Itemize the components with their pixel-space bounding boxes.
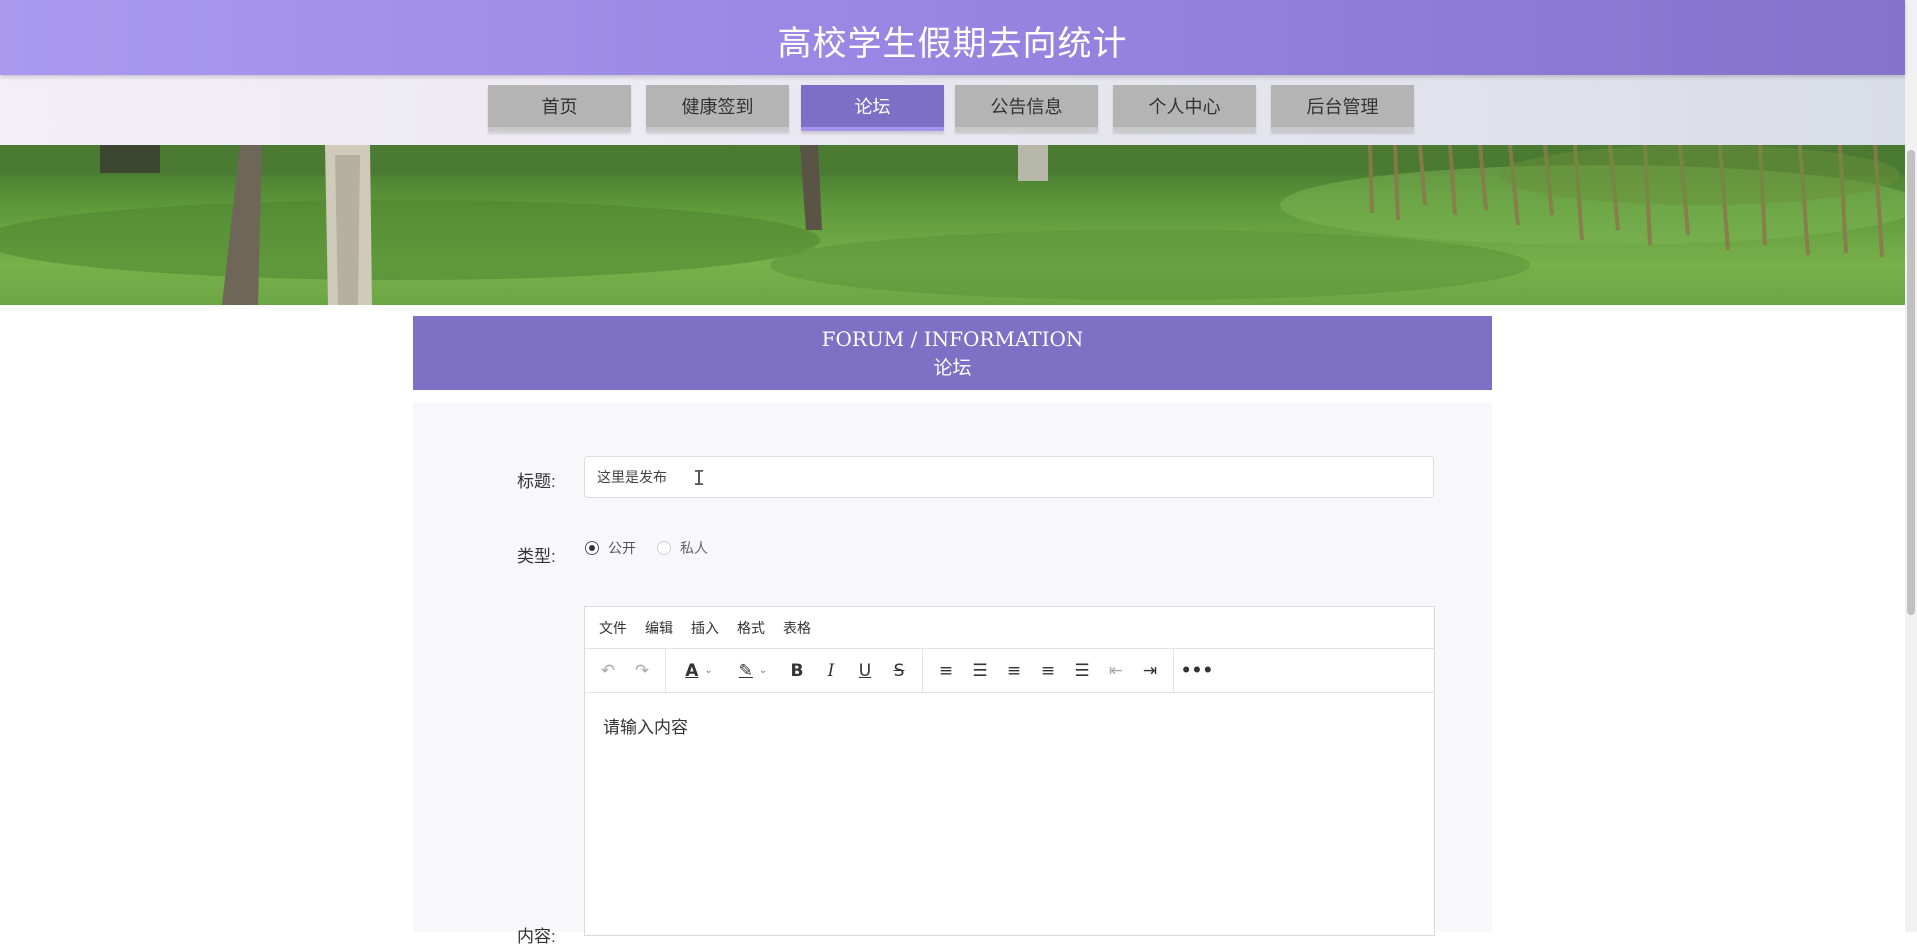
outdent-icon[interactable]: ⇤ <box>1099 656 1133 686</box>
nav-item-home[interactable]: 首页 <box>488 85 631 131</box>
editor-menubar: 文件 编辑 插入 格式 表格 <box>585 607 1434 649</box>
toolbar-separator <box>922 649 923 692</box>
menu-format[interactable]: 格式 <box>737 618 765 638</box>
type-label: 类型: <box>517 547 556 566</box>
section-title-cn: 论坛 <box>933 357 972 379</box>
undo-icon[interactable]: ↶ <box>591 656 625 686</box>
line-height-icon[interactable]: ≡ <box>929 656 963 686</box>
more-icon[interactable]: ••• <box>1180 656 1214 686</box>
menu-edit[interactable]: 编辑 <box>645 618 673 638</box>
radio-private-label: 私人 <box>680 541 708 557</box>
align-left-icon[interactable]: ☰ <box>963 656 997 686</box>
main-nav: 首页 健康签到 论坛 公告信息 个人中心 后台管理 <box>0 75 1905 145</box>
menu-insert[interactable]: 插入 <box>691 618 719 638</box>
banner-illustration <box>0 145 1905 305</box>
strikethrough-icon[interactable]: S <box>882 656 916 686</box>
menu-file[interactable]: 文件 <box>599 618 627 638</box>
nav-item-admin[interactable]: 后台管理 <box>1271 85 1414 131</box>
site-header: 高校学生假期去向统计 <box>0 0 1905 75</box>
radio-public[interactable]: 公开 <box>585 538 636 558</box>
site-title: 高校学生假期去向统计 <box>777 24 1128 64</box>
menu-table[interactable]: 表格 <box>783 618 811 638</box>
editor-content[interactable]: 请输入内容 <box>585 693 1434 758</box>
editor-toolbar: ↶ ↷ A ⌄ ✎ ⌄ B I U S ≡ ☰ ≡ ≡ ☰ ⇤ ⇥ ••• <box>585 649 1434 693</box>
italic-icon[interactable]: I <box>814 656 848 686</box>
radio-unchecked-icon <box>657 541 671 555</box>
font-color-icon[interactable]: A ⌄ <box>672 656 726 686</box>
indent-icon[interactable]: ⇥ <box>1133 656 1167 686</box>
banner-image <box>0 145 1905 305</box>
title-input[interactable] <box>584 456 1434 498</box>
nav-item-health-checkin[interactable]: 健康签到 <box>646 85 789 131</box>
align-right-icon[interactable]: ≡ <box>1031 656 1065 686</box>
section-title-en: FORUM / INFORMATION <box>821 327 1084 351</box>
text-cursor-icon: I <box>693 466 706 490</box>
align-justify-icon[interactable]: ☰ <box>1065 656 1099 686</box>
nav-item-personal-center[interactable]: 个人中心 <box>1113 85 1256 131</box>
radio-checked-icon <box>585 541 599 555</box>
bold-icon[interactable]: B <box>780 656 814 686</box>
scrollbar-thumb[interactable] <box>1907 150 1915 615</box>
toolbar-separator <box>1173 649 1174 692</box>
page-scrollbar[interactable] <box>1905 0 1917 932</box>
forum-section-header: FORUM / INFORMATION 论坛 <box>413 316 1492 390</box>
highlight-icon[interactable]: ✎ ⌄ <box>726 656 780 686</box>
radio-public-label: 公开 <box>608 541 636 557</box>
redo-icon[interactable]: ↷ <box>625 656 659 686</box>
title-label: 标题: <box>517 472 556 491</box>
radio-private[interactable]: 私人 <box>657 538 708 558</box>
nav-item-forum[interactable]: 论坛 <box>801 85 944 131</box>
rich-text-editor: 文件 编辑 插入 格式 表格 ↶ ↷ A ⌄ ✎ ⌄ B I U S ≡ ☰ ≡ ≡… <box>584 606 1435 936</box>
align-center-icon[interactable]: ≡ <box>997 656 1031 686</box>
underline-icon[interactable]: U <box>848 656 882 686</box>
toolbar-separator <box>665 649 666 692</box>
nav-item-announcements[interactable]: 公告信息 <box>955 85 1098 131</box>
content-label: 内容: <box>517 927 556 946</box>
